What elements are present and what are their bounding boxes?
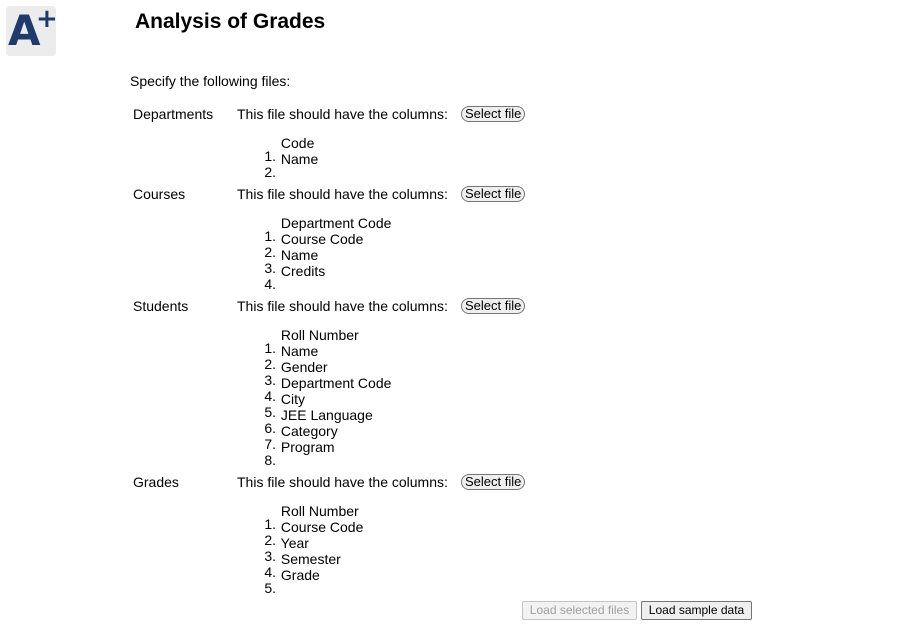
column-item: 7. Category <box>264 423 338 452</box>
load-sample-data-button[interactable]: Load sample data <box>641 601 752 620</box>
file-label: Grades <box>133 474 179 490</box>
file-description: This file should have the columns: <box>237 474 448 490</box>
file-description: This file should have the columns: <box>237 186 448 202</box>
select-file-button-grades[interactable]: Select file <box>461 474 526 490</box>
load-selected-files-button[interactable]: Load selected files <box>522 601 637 620</box>
page-title: Analysis of Grades <box>135 10 326 33</box>
file-label: Courses <box>133 186 186 202</box>
column-item: 4. Department Code <box>264 375 392 404</box>
select-file-button-departments[interactable]: Select file <box>461 106 526 122</box>
column-item: 2. Name <box>264 343 319 372</box>
column-item: 2. Course Code <box>264 231 364 260</box>
column-item: 3. Gender <box>264 359 328 388</box>
column-item: 2. Name <box>264 151 319 180</box>
column-list: 1. Department Code 2. Course Code 3. Nam… <box>264 215 392 292</box>
column-item: 1. Code <box>264 135 315 164</box>
logo-plus: + <box>36 4 58 34</box>
select-file-button-students[interactable]: Select file <box>461 298 526 314</box>
file-label: Students <box>133 298 189 314</box>
column-list: 1. Roll Number 2. Course Code 3. Year 4.… <box>264 503 364 596</box>
column-item: 1. Roll Number <box>264 503 359 532</box>
column-item: 3. Year <box>264 535 309 564</box>
intro-text: Specify the following files: <box>130 73 291 89</box>
column-item: 3. Name <box>264 247 319 276</box>
column-item: 8. Program <box>264 439 335 468</box>
column-item: 6. JEE Language <box>264 407 373 436</box>
column-item: 1. Roll Number <box>264 327 359 356</box>
file-description: This file should have the columns: <box>237 298 448 314</box>
file-description: This file should have the columns: <box>237 106 448 122</box>
file-label: Departments <box>133 106 214 122</box>
app-logo: A + <box>6 4 58 56</box>
column-item: 4. Credits <box>264 263 326 292</box>
column-item: 1. Department Code <box>264 215 392 244</box>
column-list: 1. Roll Number 2. Name 3. Gender 4. Depa… <box>264 327 392 468</box>
column-item: 4. Semester <box>264 551 341 580</box>
column-item: 5. Grade <box>264 567 320 596</box>
column-list: 1. Code 2. Name <box>264 135 319 180</box>
column-item: 5. City <box>264 391 306 420</box>
column-item: 2. Course Code <box>264 519 364 548</box>
select-file-button-courses[interactable]: Select file <box>461 186 526 202</box>
